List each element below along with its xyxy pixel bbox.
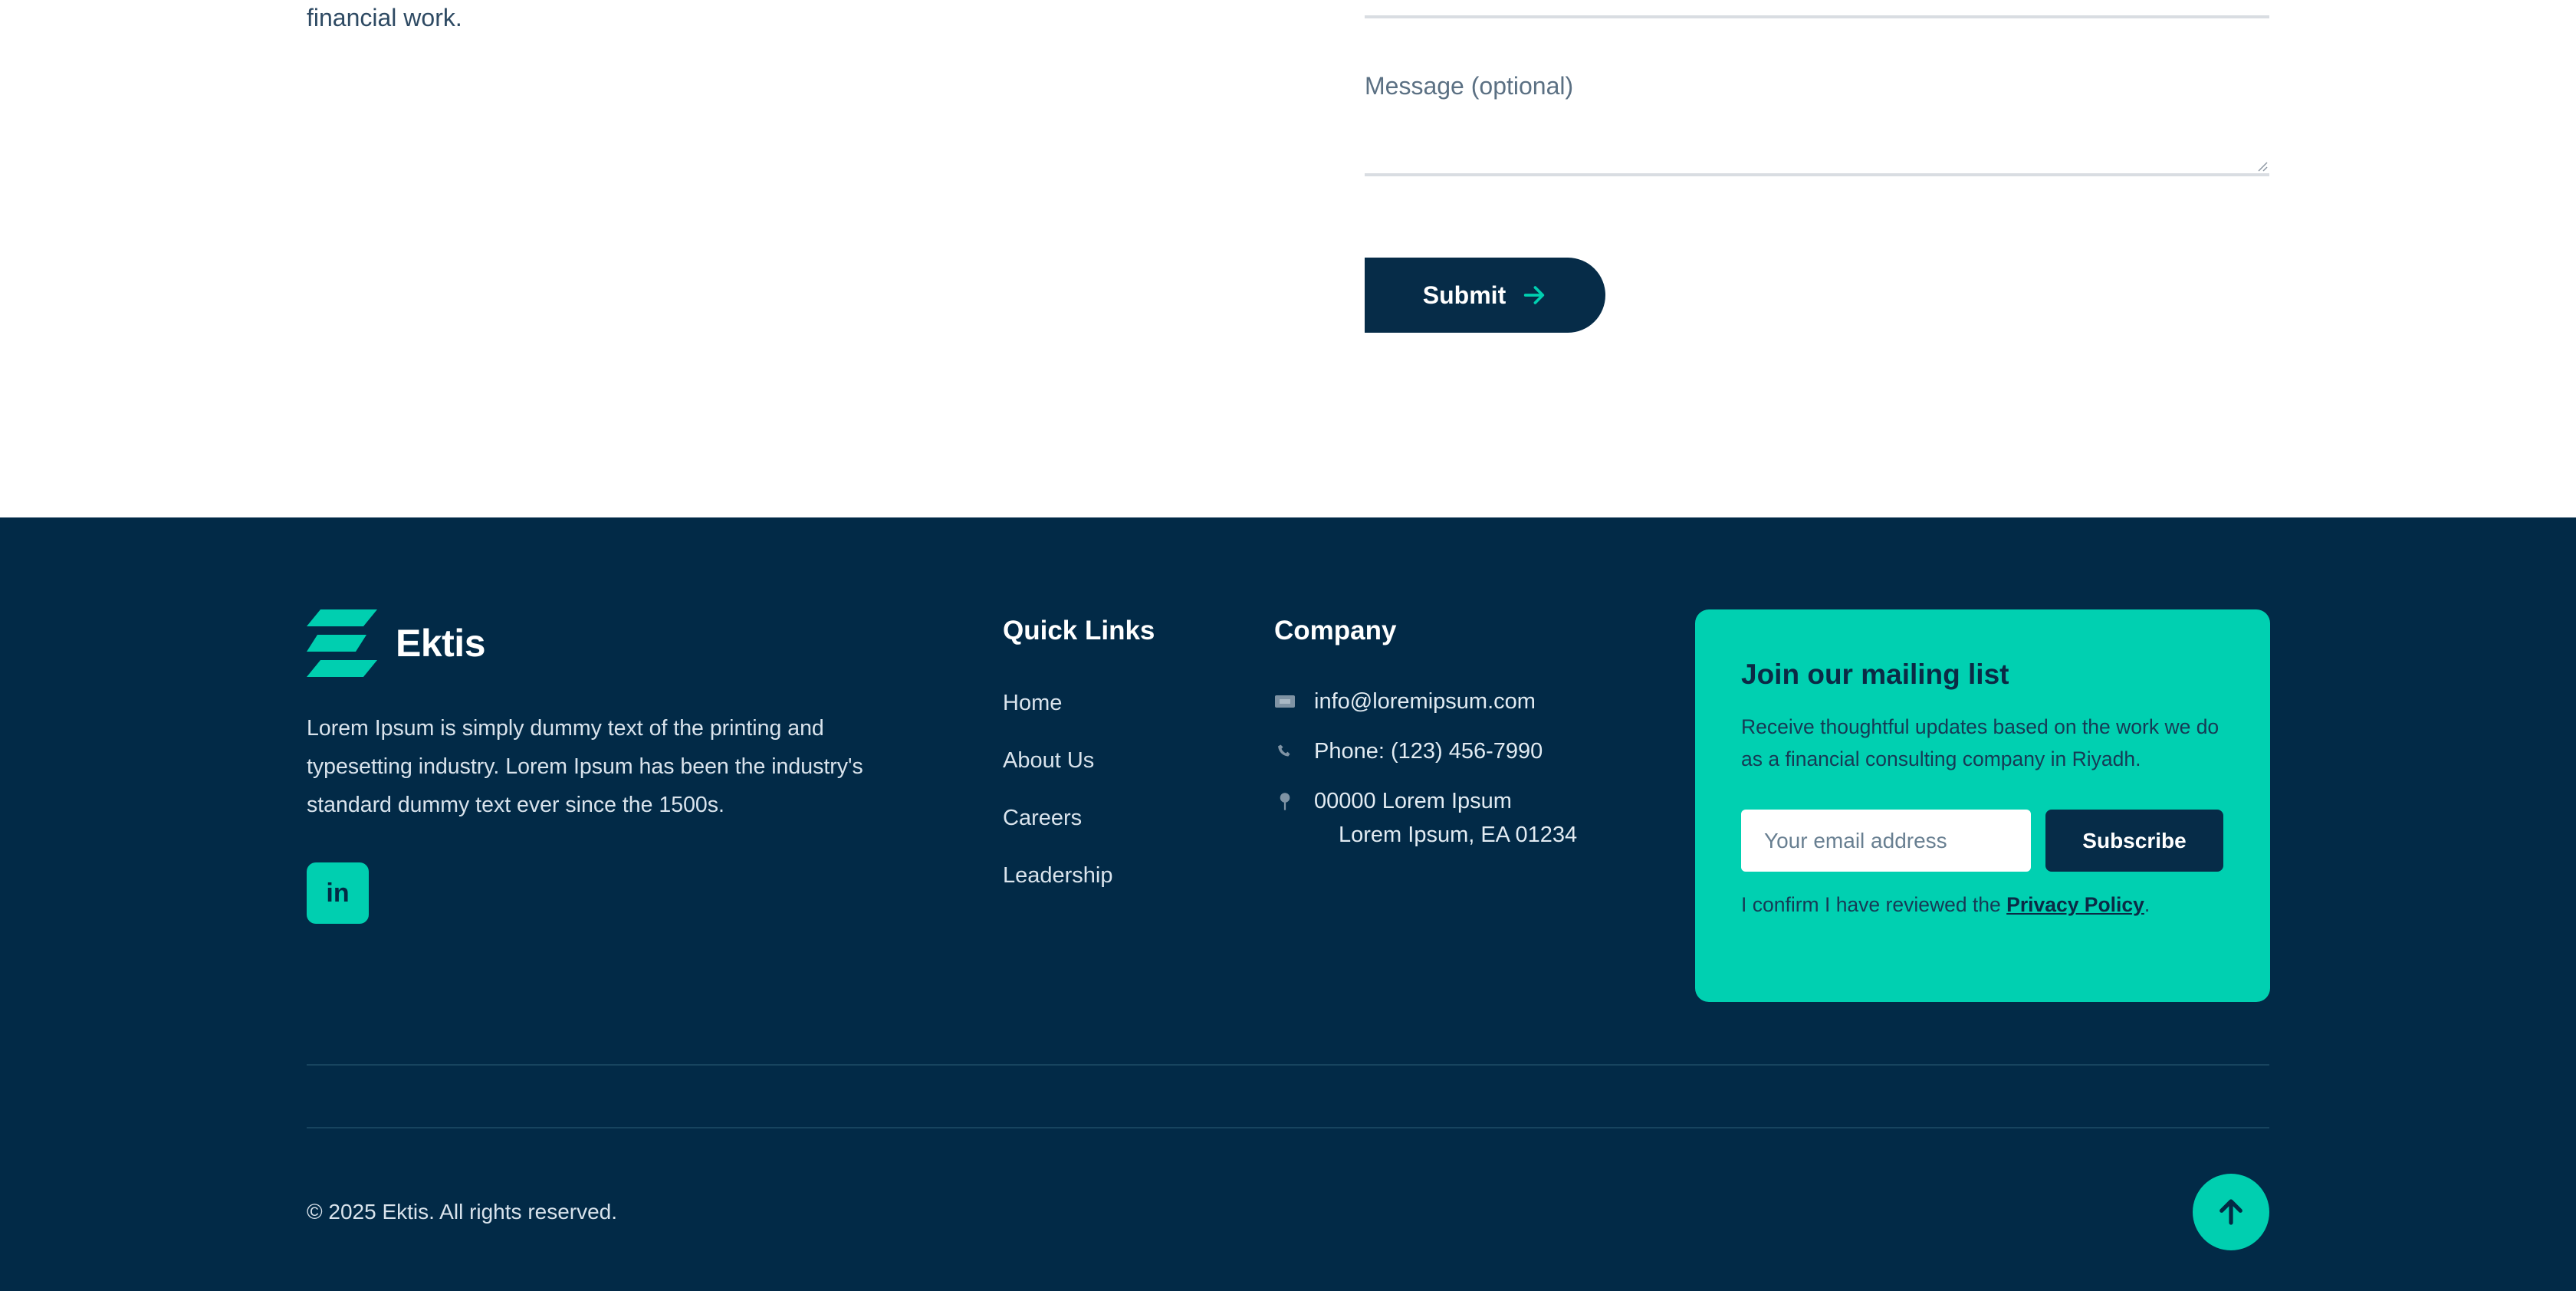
message-textarea[interactable] [1365,100,2269,176]
company-title: Company [1274,616,1397,646]
location-pin-icon [1274,784,1296,818]
back-to-top-button[interactable] [2193,1174,2269,1250]
company-email-row[interactable]: info@loremipsum.com [1274,685,1536,718]
email-icon [1274,685,1296,718]
site-footer: Ektis Lorem Ipsum is simply dummy text o… [0,517,2576,1291]
company-phone[interactable]: Phone: (123) 456-7990 [1314,734,1543,768]
newsletter-email-input[interactable] [1741,810,2031,872]
mailing-list-description: Receive thoughtful updates based on the … [1741,715,2220,770]
company-phone-row[interactable]: Phone: (123) 456-7990 [1274,734,1543,768]
copyright-text: © 2025 Ektis. All rights reserved. [307,1200,618,1224]
linkedin-button[interactable]: in [307,862,369,924]
submit-button-label: Submit [1422,281,1506,309]
quick-link-leadership[interactable]: Leadership [1003,860,1113,918]
quick-links-list: Home About Us Careers Leadership [1003,688,1113,918]
company-address-row: 00000 Lorem Ipsum Lorem Ipsum, EA 01234 [1274,784,1577,852]
privacy-policy-link[interactable]: Privacy Policy [2006,893,2144,916]
footer-brand[interactable]: Ektis [307,609,486,677]
mailing-list-card: Join our mailing list Receive thoughtful… [1695,609,2270,1002]
company-address: 00000 Lorem Ipsum Lorem Ipsum, EA 01234 [1314,784,1577,852]
address-line-2: Lorem Ipsum, EA 01234 [1339,823,1578,847]
address-line-1: 00000 Lorem Ipsum [1314,789,1512,813]
privacy-consent-text: I confirm I have reviewed the Privacy Po… [1741,893,2150,917]
arrow-up-icon [2220,1199,2242,1225]
mailing-list-title: Join our mailing list [1741,659,2009,690]
resize-grip-icon[interactable] [2256,159,2268,172]
footer-divider-bottom [307,1127,2269,1128]
brand-logo-icon [307,609,377,677]
footer-divider-top [307,1064,2269,1066]
submit-button[interactable]: Submit [1365,258,1605,333]
quick-link-careers[interactable]: Careers [1003,803,1113,860]
quick-link-about-us[interactable]: About Us [1003,745,1113,803]
message-label: Message (optional) [1365,72,1574,100]
consent-prefix: I confirm I have reviewed the [1741,893,2007,916]
consent-suffix: . [2144,893,2150,916]
linkedin-icon: in [326,878,350,908]
subscribe-button[interactable]: Subscribe [2045,810,2223,872]
footer-description: Lorem Ipsum is simply dummy text of the … [307,716,863,817]
contact-intro-text: financial work. [307,4,462,31]
contact-section: financial work. Message (optional) Submi… [0,0,2576,517]
previous-field-underline[interactable] [1365,15,2269,18]
arrow-right-icon [1524,286,1545,304]
quick-link-home[interactable]: Home [1003,688,1113,745]
company-email[interactable]: info@loremipsum.com [1314,685,1536,718]
phone-icon [1274,734,1296,768]
quick-links-title: Quick Links [1003,616,1155,646]
brand-name: Ektis [396,622,486,665]
